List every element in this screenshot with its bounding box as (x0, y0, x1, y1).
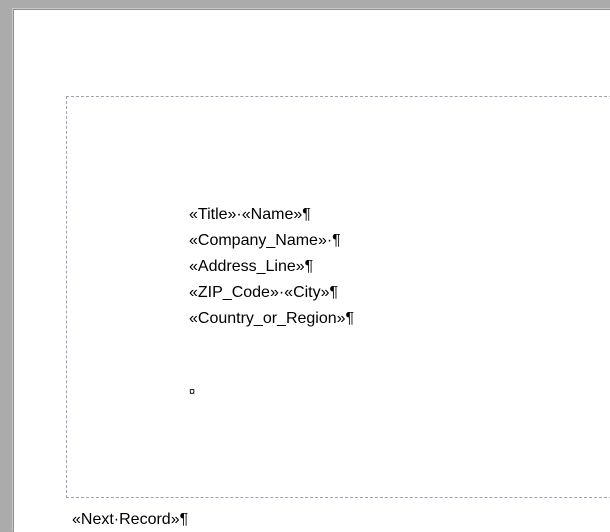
merge-field-next-record[interactable]: «Next·Record»¶ (72, 510, 188, 530)
end-of-cell-mark: ¤ (189, 386, 196, 398)
merge-field-zip-city[interactable]: «ZIP_Code»·«City»¶ (189, 280, 354, 306)
address-block[interactable]: «Title»·«Name»¶ «Company_Name»·¶ «Addres… (189, 202, 354, 332)
merge-field-country-region[interactable]: «Country_or_Region»¶ (189, 306, 354, 332)
document-page[interactable]: «Title»·«Name»¶ «Company_Name»·¶ «Addres… (13, 9, 610, 532)
merge-field-company-name[interactable]: «Company_Name»·¶ (189, 228, 354, 254)
merge-field-address-line[interactable]: «Address_Line»¶ (189, 254, 354, 280)
merge-field-title-name[interactable]: «Title»·«Name»¶ (189, 202, 354, 228)
